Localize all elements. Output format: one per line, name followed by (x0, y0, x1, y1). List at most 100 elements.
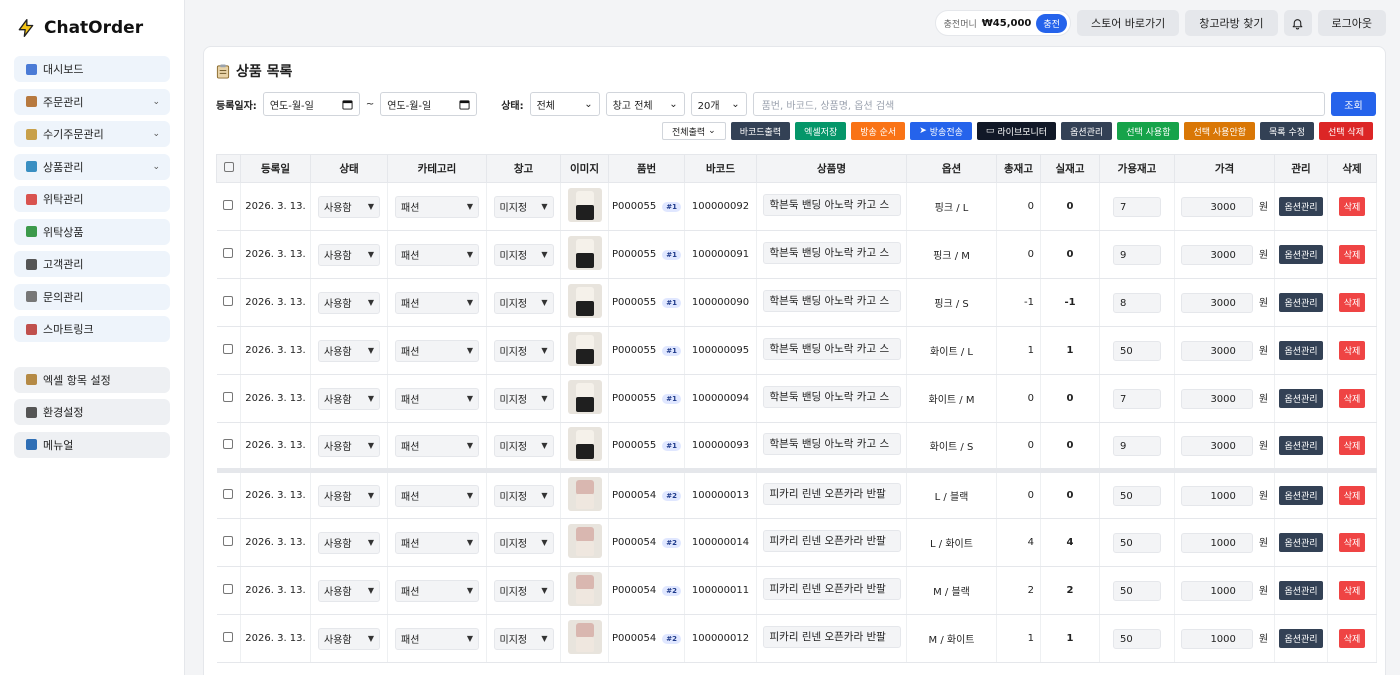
date-to-input[interactable]: 연도-월-일 (380, 92, 478, 116)
row-category-select[interactable]: 패션 ▼ (395, 434, 479, 457)
delete-button[interactable]: 삭제 (1338, 629, 1366, 648)
product-name-input[interactable]: 학븐둑 밴딩 아노락 카고 스 (762, 290, 901, 312)
price-input[interactable]: 1000 (1180, 485, 1253, 506)
option-manage-button[interactable]: 옵션관리 (1279, 533, 1323, 552)
action-button-6[interactable]: 옵션관리 (1061, 122, 1113, 140)
option-manage-button[interactable]: 옵션관리 (1279, 486, 1323, 505)
row-category-select[interactable]: 패션 ▼ (395, 291, 479, 314)
row-status-select[interactable]: 사용함 ▼ (318, 434, 380, 457)
delete-button[interactable]: 삭제 (1338, 293, 1366, 312)
sidebar-item-6[interactable]: 고객관리 (14, 251, 170, 277)
available-stock-input[interactable]: 50 (1113, 340, 1161, 361)
price-input[interactable]: 3000 (1180, 292, 1253, 313)
product-name-input[interactable]: 학븐둑 밴딩 아노락 카고 스 (762, 194, 901, 216)
product-thumbnail[interactable] (567, 620, 602, 654)
row-checkbox[interactable] (223, 392, 234, 402)
header-select-all[interactable] (216, 154, 241, 183)
product-thumbnail[interactable] (567, 380, 602, 414)
product-name-input[interactable]: 피카리 린넨 오픈카라 반팔 (762, 626, 901, 648)
delete-button[interactable]: 삭제 (1338, 436, 1366, 455)
warehouse-search-button[interactable]: 창고라방 찾기 (1185, 10, 1278, 36)
product-thumbnail[interactable] (567, 188, 602, 222)
delete-button[interactable]: 삭제 (1338, 341, 1366, 360)
option-manage-button[interactable]: 옵션관리 (1279, 389, 1323, 408)
price-input[interactable]: 3000 (1180, 388, 1253, 409)
select-all-checkbox[interactable] (223, 162, 234, 172)
option-manage-button[interactable]: 옵션관리 (1279, 197, 1323, 216)
available-stock-input[interactable]: 7 (1113, 196, 1161, 217)
sidebar-item-4[interactable]: 위탁관리 (14, 186, 170, 212)
option-manage-button[interactable]: 옵션관리 (1279, 341, 1323, 360)
sidebar-bottom-item-1[interactable]: 환경설정 (14, 399, 170, 425)
row-category-select[interactable]: 패션 ▼ (395, 339, 479, 362)
row-status-select[interactable]: 사용함 ▼ (318, 339, 380, 362)
date-from-input[interactable]: 연도-월-일 (262, 92, 360, 116)
row-checkbox[interactable] (223, 489, 234, 499)
price-input[interactable]: 3000 (1180, 196, 1253, 217)
action-button-9[interactable]: 목록 수정 (1260, 122, 1315, 140)
row-checkbox[interactable] (223, 439, 234, 449)
sidebar-item-2[interactable]: 수기주문관리 ⌄ (14, 121, 170, 147)
sidebar-item-3[interactable]: 상품관리 ⌄ (14, 153, 170, 180)
row-status-select[interactable]: 사용함 ▼ (318, 387, 380, 410)
available-stock-input[interactable]: 8 (1113, 292, 1161, 313)
delete-button[interactable]: 삭제 (1338, 486, 1366, 505)
search-button[interactable]: 조회 (1331, 92, 1376, 116)
charge-button[interactable]: 충전 (1036, 13, 1067, 33)
option-manage-button[interactable]: 옵션관리 (1279, 293, 1323, 312)
row-warehouse-select[interactable]: 미지정 ▼ (493, 243, 554, 266)
page-size-select[interactable]: 20개 ⌄ (690, 92, 747, 116)
price-input[interactable]: 1000 (1180, 532, 1253, 553)
row-warehouse-select[interactable]: 미지정 ▼ (493, 484, 554, 507)
product-thumbnail[interactable] (567, 524, 602, 558)
product-name-input[interactable]: 학븐둑 밴딩 아노락 카고 스 (762, 338, 901, 360)
action-button-10[interactable]: 선택 삭제 (1319, 122, 1373, 140)
action-button-2[interactable]: 엑셀저장 (795, 122, 847, 140)
row-category-select[interactable]: 패션 ▼ (395, 484, 479, 507)
available-stock-input[interactable]: 50 (1113, 628, 1161, 649)
product-thumbnail[interactable] (567, 332, 602, 366)
price-input[interactable]: 1000 (1180, 628, 1253, 649)
row-checkbox[interactable] (223, 536, 234, 546)
product-name-input[interactable]: 피카리 린넨 오픈카라 반팔 (762, 578, 901, 600)
print-mode-select[interactable]: 전체출력 ⌄ (662, 122, 726, 140)
available-stock-input[interactable]: 50 (1113, 580, 1161, 601)
sidebar-item-8[interactable]: 스마트링크 (14, 316, 170, 342)
sidebar-item-7[interactable]: 문의관리 (14, 283, 170, 310)
row-checkbox[interactable] (223, 632, 234, 642)
sidebar-bottom-item-2[interactable]: 메뉴얼 (14, 431, 170, 458)
action-button-4[interactable]: ➤ 방송전송 (910, 122, 972, 140)
delete-button[interactable]: 삭제 (1338, 533, 1366, 552)
sidebar-item-1[interactable]: 주문관리 ⌄ (14, 88, 170, 115)
row-checkbox[interactable] (223, 344, 234, 354)
action-button-3[interactable]: 방송 순서 (851, 122, 906, 140)
product-thumbnail[interactable] (567, 572, 602, 606)
row-warehouse-select[interactable]: 미지정 ▼ (493, 434, 554, 457)
row-status-select[interactable]: 사용함 ▼ (318, 243, 380, 266)
product-thumbnail[interactable] (567, 477, 602, 511)
row-status-select[interactable]: 사용함 ▼ (318, 484, 380, 507)
product-thumbnail[interactable] (567, 427, 602, 461)
price-input[interactable]: 3000 (1180, 340, 1253, 361)
available-stock-input[interactable]: 9 (1113, 244, 1161, 265)
row-checkbox[interactable] (223, 248, 234, 258)
row-category-select[interactable]: 패션 ▼ (395, 387, 479, 410)
sidebar-bottom-item-0[interactable]: 엑셀 항목 설정 (14, 366, 170, 393)
row-warehouse-select[interactable]: 미지정 ▼ (493, 339, 554, 362)
logout-button[interactable]: 로그아웃 (1317, 10, 1386, 36)
available-stock-input[interactable]: 50 (1113, 485, 1161, 506)
available-stock-input[interactable]: 50 (1113, 532, 1161, 553)
available-stock-input[interactable]: 7 (1113, 388, 1161, 409)
row-category-select[interactable]: 패션 ▼ (395, 243, 479, 266)
price-input[interactable]: 1000 (1180, 580, 1253, 601)
product-name-input[interactable]: 피카리 린넨 오픈카라 반팔 (762, 530, 901, 552)
notification-button[interactable] (1283, 10, 1312, 36)
product-thumbnail[interactable] (567, 284, 602, 318)
price-input[interactable]: 3000 (1180, 435, 1253, 456)
row-status-select[interactable]: 사용함 ▼ (318, 291, 380, 314)
product-name-input[interactable]: 학븐둑 밴딩 아노락 카고 스 (762, 386, 901, 408)
row-status-select[interactable]: 사용함 ▼ (318, 627, 380, 650)
action-button-8[interactable]: 선택 사용안함 (1184, 122, 1256, 140)
delete-button[interactable]: 삭제 (1338, 581, 1366, 600)
row-category-select[interactable]: 패션 ▼ (395, 531, 479, 554)
